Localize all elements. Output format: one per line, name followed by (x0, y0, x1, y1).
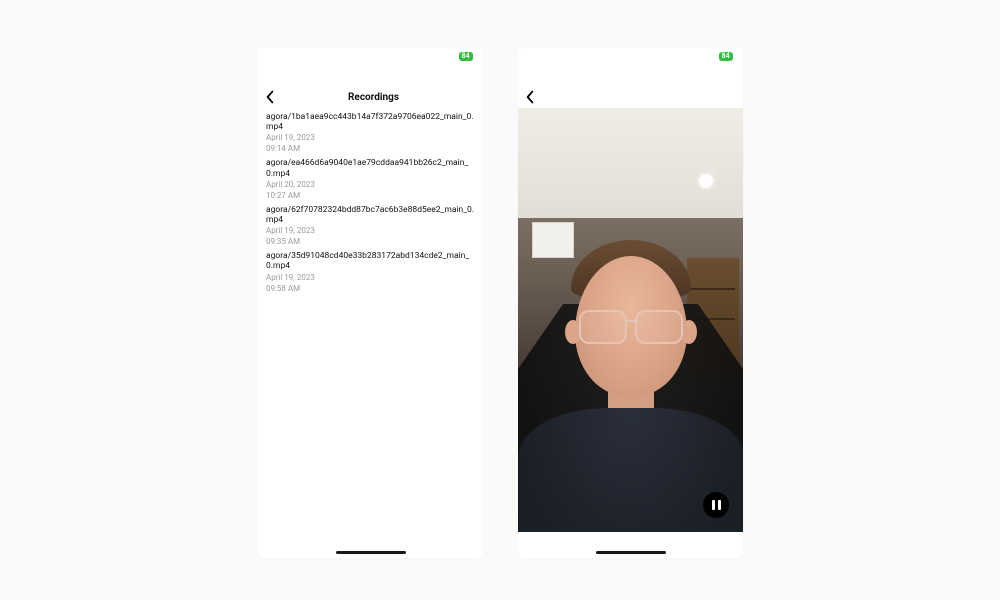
home-indicator[interactable] (336, 551, 406, 554)
status-bar: 84 (459, 52, 473, 61)
video-player[interactable]: RTE2020 (518, 108, 743, 532)
video-person-glasses (579, 310, 683, 340)
recording-time: 09:58 AM (266, 284, 475, 294)
back-button[interactable] (518, 86, 552, 108)
list-item[interactable]: agora/1ba1aea9cc443b14a7f372a9706ea022_m… (266, 112, 475, 154)
recording-date: April 19, 2023 (266, 273, 475, 283)
nav-bar: Recordings (258, 86, 483, 108)
video-person-ear (681, 320, 697, 344)
recording-filename: agora/ea466d6a9040e1ae79cddaa941bb26c2_m… (266, 158, 475, 178)
recording-filename: agora/62f70782324bdd87bc7ac6b3e88d5ee2_m… (266, 205, 475, 225)
recording-date: April 20, 2023 (266, 180, 475, 190)
video-bg-frame (532, 222, 574, 258)
pause-button[interactable] (703, 492, 729, 518)
glasses-lens (635, 310, 683, 344)
recordings-list: agora/1ba1aea9cc443b14a7f372a9706ea022_m… (258, 112, 483, 558)
recording-time: 10:27 AM (266, 191, 475, 201)
list-item[interactable]: agora/ea466d6a9040e1ae79cddaa941bb26c2_m… (266, 158, 475, 200)
recording-date: April 19, 2023 (266, 133, 475, 143)
home-indicator[interactable] (596, 551, 666, 554)
recording-date: April 19, 2023 (266, 226, 475, 236)
list-item[interactable]: agora/35d91048cd40e33b283172abd134cde2_m… (266, 251, 475, 293)
phone-frame-player: 84 RTE2020 (518, 48, 743, 558)
battery-badge: 84 (719, 52, 733, 61)
chevron-left-icon (524, 90, 536, 104)
list-item[interactable]: agora/62f70782324bdd87bc7ac6b3e88d5ee2_m… (266, 205, 475, 247)
glasses-lens (579, 310, 627, 344)
recording-time: 09:35 AM (266, 237, 475, 247)
video-bg-ceiling (518, 108, 743, 218)
battery-badge: 84 (459, 52, 473, 61)
phone-frame-recordings: 84 Recordings agora/1ba1aea9cc443b14a7f3… (258, 48, 483, 558)
pause-icon (712, 500, 715, 510)
nav-bar (518, 86, 743, 108)
page-title: Recordings (264, 92, 483, 103)
pause-icon (718, 500, 721, 510)
status-bar: 84 (719, 52, 733, 61)
recording-filename: agora/35d91048cd40e33b283172abd134cde2_m… (266, 251, 475, 271)
recording-time: 09:14 AM (266, 144, 475, 154)
recording-filename: agora/1ba1aea9cc443b14a7f372a9706ea022_m… (266, 112, 475, 132)
video-bg-light (699, 174, 713, 188)
